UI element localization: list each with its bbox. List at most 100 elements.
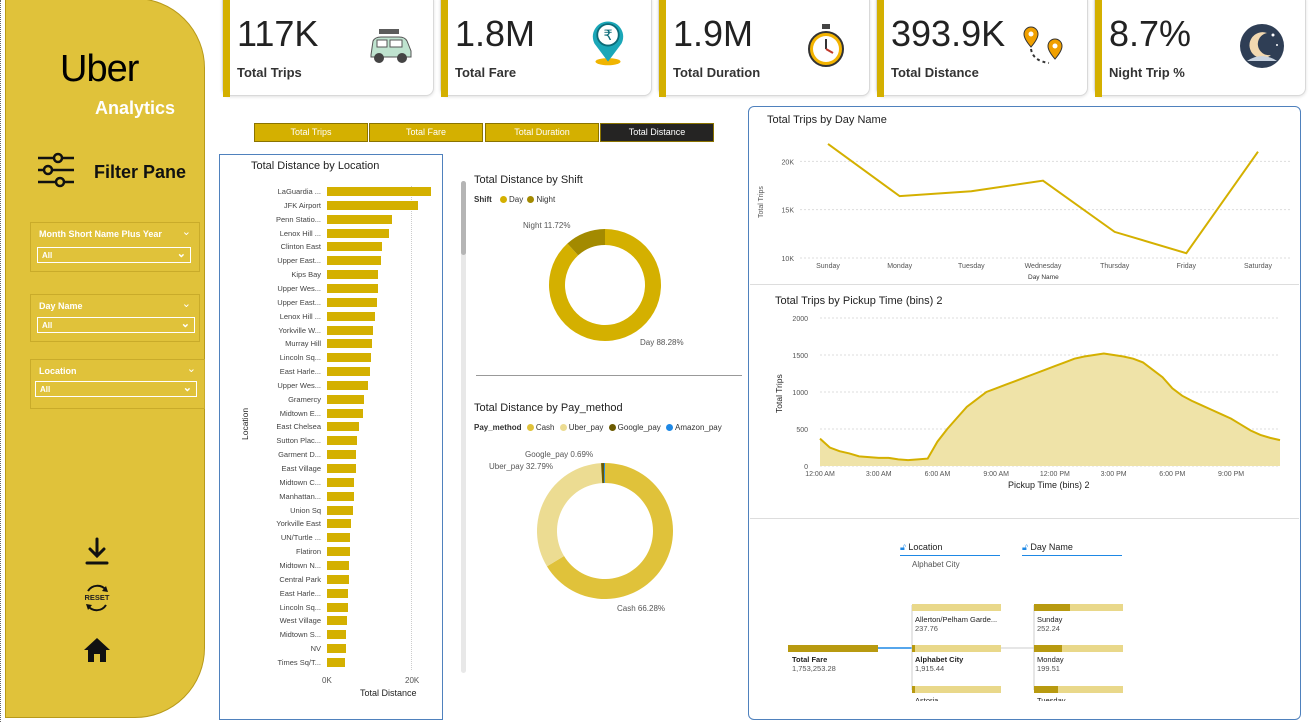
bar-label: East Harle... (279, 588, 321, 598)
decomp-node-value: 1,915.44 (915, 664, 945, 673)
bar[interactable] (327, 477, 355, 487)
divider (750, 284, 1299, 285)
tick-label: 0K (322, 676, 332, 685)
scrollbar-thumb[interactable] (461, 181, 466, 255)
bar[interactable] (327, 367, 370, 377)
bar[interactable] (327, 560, 350, 570)
decomp-node-label[interactable]: Sunday (1037, 615, 1062, 624)
bar-label: Garment D... (278, 450, 321, 460)
bar-label: UN/Turtle ... (280, 533, 321, 543)
divider (750, 518, 1299, 519)
filter-pane-title: Filter Pane (94, 162, 187, 182)
decomp-node-label[interactable]: Alphabet City (915, 655, 963, 664)
legend-dot-cash (526, 424, 534, 432)
tab-total-trips[interactable]: Total Trips (254, 123, 368, 142)
bar[interactable] (327, 256, 382, 266)
decomp-node-label[interactable]: Allerton/Pelham Garde... (915, 615, 997, 624)
chevron-down-icon: ⌄ (182, 382, 192, 394)
bar[interactable] (327, 228, 389, 238)
bar[interactable] (327, 574, 349, 584)
bar[interactable] (327, 519, 351, 529)
slicer-month-title: Month Short Name Plus Year (39, 229, 162, 239)
bar[interactable] (327, 588, 349, 598)
chevron-down-icon[interactable]: ⌄ (182, 297, 191, 310)
bar[interactable] (327, 464, 356, 473)
car-icon (370, 29, 412, 63)
bar[interactable] (327, 200, 419, 210)
bar-label: Flatiron (295, 547, 321, 557)
divider (476, 375, 742, 376)
decomp-node-label[interactable]: Astoria (915, 696, 938, 701)
slicer-month-dropdown[interactable]: All ⌄ (37, 247, 191, 263)
scrollbar-track[interactable] (461, 181, 466, 673)
tick-label: 15K (782, 208, 795, 215)
bar[interactable] (327, 533, 351, 543)
bar-label: LaGuardia ... (277, 187, 321, 196)
donut-slice[interactable] (537, 463, 603, 567)
tab-total-distance[interactable]: Total Distance (600, 123, 714, 142)
uber-logo: Uber (60, 48, 139, 90)
home-icon[interactable] (82, 636, 112, 664)
tick-label: 9:00 AM (983, 471, 1009, 476)
bar-label: Yorkville W... (278, 325, 321, 335)
slicer-location-title: Location (39, 366, 77, 376)
slicer-day-dropdown[interactable]: All ⌄ (37, 317, 195, 333)
bar-label: East Harle... (279, 367, 321, 377)
decomp-node-label[interactable]: Monday (1037, 655, 1064, 664)
bar[interactable] (327, 644, 346, 654)
kpi-accent-bar (877, 0, 884, 97)
bar-label: Yorkville East (276, 519, 321, 529)
tick-label: 2000 (792, 316, 808, 323)
decomp-node-label[interactable]: Tuesday (1037, 696, 1066, 701)
bar[interactable] (327, 630, 347, 640)
bar[interactable] (327, 380, 368, 390)
slicer-location[interactable]: Location ⌄ All ⌄ (30, 359, 205, 409)
decomp-node-value: 237.76 (915, 624, 938, 633)
download-icon[interactable] (82, 536, 112, 566)
bar[interactable] (327, 422, 359, 432)
bar[interactable] (327, 491, 354, 501)
slicer-day[interactable]: Day Name ⌄ All ⌄ (30, 294, 200, 342)
bar[interactable] (327, 436, 358, 446)
page-edge (0, 0, 4, 722)
bar[interactable] (327, 339, 372, 349)
filter-sliders-icon (38, 152, 74, 188)
bar[interactable] (327, 283, 378, 293)
bar[interactable] (327, 408, 364, 418)
tab-total-duration[interactable]: Total Duration (485, 123, 599, 142)
decomp-header-location[interactable]: 🔓︎ Location (900, 542, 1000, 556)
bar[interactable] (327, 297, 377, 307)
bar[interactable] (327, 547, 350, 557)
legend-pay: Pay_method Cash Uber_pay Google_pay Amaz… (474, 423, 722, 432)
bar[interactable] (327, 505, 354, 515)
bar[interactable] (327, 616, 348, 626)
legend-item: Cash (535, 423, 555, 432)
bar[interactable] (327, 657, 346, 667)
slicer-month[interactable]: Month Short Name Plus Year ⌄ All ⌄ (30, 222, 200, 272)
series-line[interactable] (827, 143, 1259, 255)
kpi-card-total-trips: 117K Total Trips (222, 0, 434, 97)
bar[interactable] (327, 602, 348, 612)
donut-slice[interactable] (549, 229, 661, 341)
tab-total-fare[interactable]: Total Fare (369, 123, 483, 142)
bar[interactable] (327, 394, 365, 404)
bar[interactable] (327, 311, 376, 321)
chevron-down-icon[interactable]: ⌄ (187, 362, 196, 375)
bar[interactable] (327, 450, 357, 460)
bar[interactable] (327, 325, 373, 335)
slicer-location-dropdown[interactable]: All ⌄ (35, 381, 197, 397)
decomp-node-value: 199.51 (1037, 664, 1060, 673)
decomp-header-day[interactable]: 🔓︎ Day Name (1022, 542, 1122, 556)
chevron-down-icon: ⌄ (180, 318, 190, 330)
bar-label: Midtown E... (279, 408, 321, 418)
bar[interactable] (327, 242, 383, 252)
tick-label: 6:00 PM (1159, 471, 1185, 476)
kpi-card-night-trip: 8.7% Night Trip % (1094, 0, 1306, 97)
reset-button[interactable]: RESET (82, 582, 112, 614)
bar[interactable] (327, 270, 379, 280)
chevron-down-icon[interactable]: ⌄ (182, 225, 191, 238)
bar[interactable] (327, 214, 392, 224)
bar[interactable] (327, 187, 432, 196)
bar[interactable] (327, 353, 371, 363)
chevron-down-icon: ⌄ (176, 248, 186, 260)
